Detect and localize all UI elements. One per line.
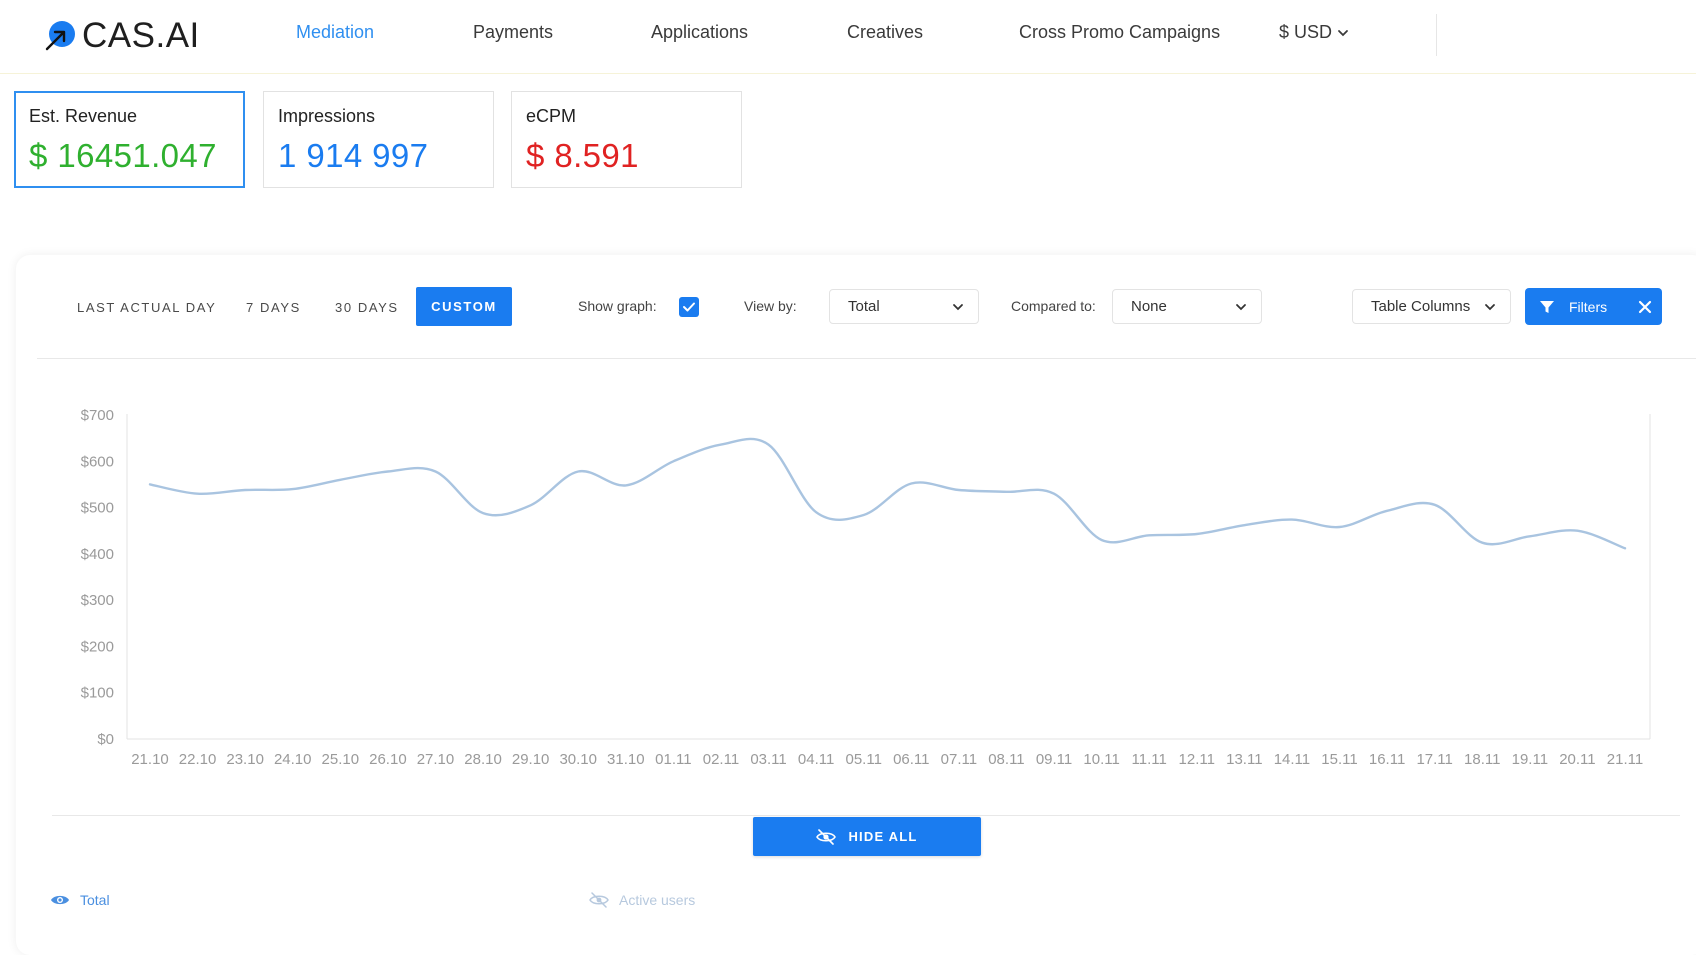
x-tick-label: 14.11: [1274, 751, 1310, 768]
hide-all-button[interactable]: HIDE ALL: [753, 817, 981, 856]
x-tick-label: 17.11: [1416, 751, 1452, 768]
data-point[interactable]: [907, 480, 915, 488]
legend-label: Active users: [619, 892, 696, 908]
x-tick-label: 08.11: [988, 751, 1024, 768]
x-tick-label: 29.10: [512, 751, 550, 768]
x-tick-label: 27.10: [417, 751, 455, 768]
x-tick-label: 01.11: [655, 751, 691, 768]
x-tick-label: 09.11: [1036, 751, 1072, 768]
data-point[interactable]: [384, 467, 392, 475]
x-tick-label: 19.11: [1512, 751, 1548, 768]
x-tick-label: 15.11: [1321, 751, 1357, 768]
x-tick-label: 02.11: [703, 751, 739, 768]
x-tick-label: 22.10: [179, 751, 217, 768]
series-line-total: [148, 437, 1627, 550]
data-point[interactable]: [622, 481, 630, 489]
data-point[interactable]: [812, 508, 820, 516]
y-tick-label: $300: [81, 592, 114, 609]
x-tick-label: 18.11: [1464, 751, 1500, 768]
data-point[interactable]: [241, 486, 249, 494]
eye-off-icon: [589, 892, 609, 908]
revenue-line-chart: $700 $600 $500 $400 $300 $200 $100 $0 21.10 22.1…: [81, 407, 1651, 768]
hide-all-label: HIDE ALL: [848, 829, 918, 844]
x-tick-label: 07.11: [941, 751, 977, 768]
data-point[interactable]: [669, 457, 677, 465]
data-point[interactable]: [860, 511, 868, 519]
y-tick-label: $400: [81, 546, 114, 563]
data-point[interactable]: [1621, 544, 1629, 552]
x-tick-label: 31.10: [607, 751, 645, 768]
data-point[interactable]: [289, 485, 297, 493]
data-point[interactable]: [1050, 490, 1058, 498]
data-point[interactable]: [1193, 530, 1201, 538]
x-tick-label: 25.10: [322, 751, 360, 768]
y-tick-label: $700: [81, 407, 114, 424]
eye-icon: [51, 895, 69, 905]
data-point[interactable]: [431, 467, 439, 475]
data-point[interactable]: [1288, 516, 1296, 524]
x-tick-label: 28.10: [464, 751, 502, 768]
data-point[interactable]: [194, 490, 202, 498]
data-point[interactable]: [1098, 536, 1106, 544]
x-tick-label: 30.10: [559, 751, 597, 768]
data-point[interactable]: [1383, 507, 1391, 515]
y-tick-label: $200: [81, 638, 114, 655]
x-tick-label: 10.11: [1083, 751, 1119, 768]
legend-item-active-users[interactable]: Active users: [589, 892, 695, 908]
x-tick-label: 12.11: [1179, 751, 1215, 768]
x-tick-label: 21.10: [131, 751, 169, 768]
data-point[interactable]: [1145, 531, 1153, 539]
legend-item-total[interactable]: Total: [50, 892, 110, 908]
x-tick-label: 23.10: [226, 751, 264, 768]
x-tick-label: 20.11: [1559, 751, 1595, 768]
data-point[interactable]: [1431, 501, 1439, 509]
data-point[interactable]: [1526, 532, 1534, 540]
x-tick-label: 05.11: [845, 751, 881, 768]
data-point[interactable]: [336, 476, 344, 484]
data-point[interactable]: [527, 501, 535, 509]
data-point[interactable]: [146, 480, 154, 488]
eye-off-icon: [816, 828, 837, 845]
data-point[interactable]: [1573, 527, 1581, 535]
data-point[interactable]: [574, 467, 582, 475]
x-tick-label: 16.11: [1369, 751, 1405, 768]
y-tick-label: $600: [81, 453, 114, 470]
y-tick-label: $500: [81, 500, 114, 517]
data-point[interactable]: [1478, 539, 1486, 547]
data-point[interactable]: [765, 441, 773, 449]
y-tick-label: $0: [97, 731, 114, 748]
data-point[interactable]: [479, 509, 487, 517]
x-tick-label: 03.11: [750, 751, 786, 768]
data-point[interactable]: [955, 486, 963, 494]
y-tick-label: $100: [81, 685, 114, 702]
data-point[interactable]: [717, 441, 725, 449]
legend-label: Total: [80, 892, 110, 908]
x-tick-label: 04.11: [798, 751, 834, 768]
x-tick-label: 21.11: [1607, 751, 1643, 768]
x-tick-label: 26.10: [369, 751, 407, 768]
x-tick-label: 11.11: [1132, 751, 1167, 768]
x-tick-label: 24.10: [274, 751, 312, 768]
x-tick-label: 13.11: [1226, 751, 1262, 768]
data-point[interactable]: [1336, 523, 1344, 531]
chart-divider: [52, 815, 1680, 816]
data-point[interactable]: [1002, 488, 1010, 496]
x-tick-label: 06.11: [893, 751, 929, 768]
data-point[interactable]: [1240, 521, 1248, 529]
